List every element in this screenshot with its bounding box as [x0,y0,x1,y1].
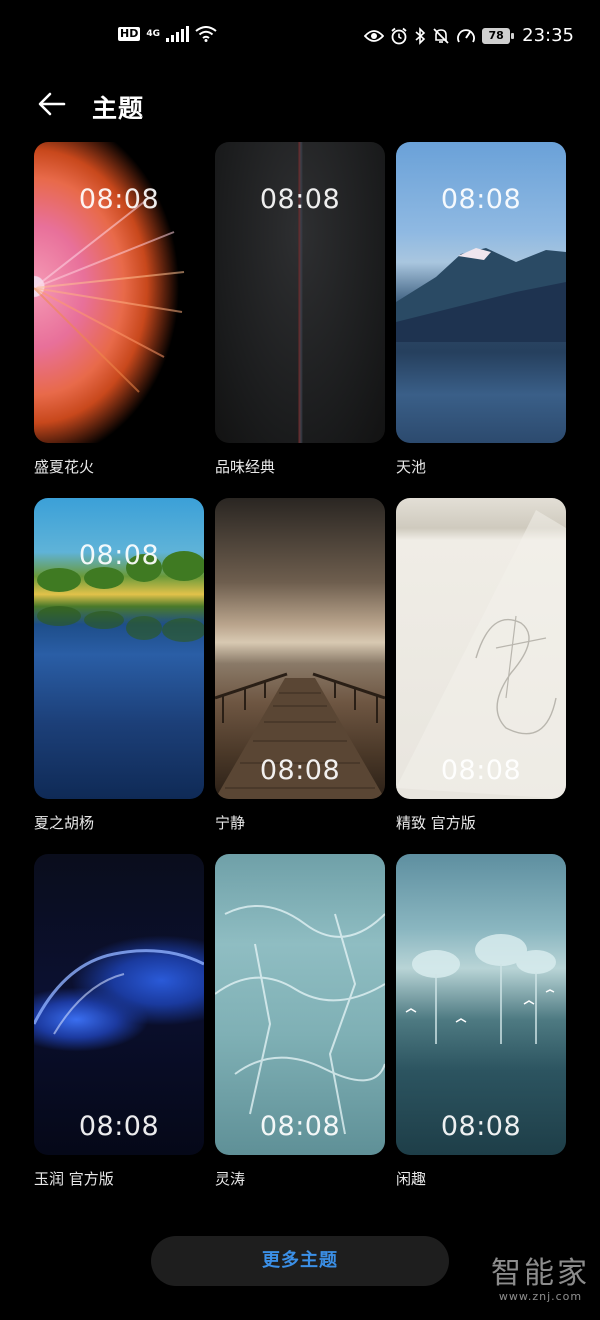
pier-art [215,672,385,799]
top-app-bar: 主题 [0,80,600,130]
hd-icon: HD [118,27,141,41]
theme-name: 灵涛 [215,1170,246,1188]
watermark-sub: www.znj.com [498,1290,583,1303]
back-arrow-icon[interactable] [36,88,68,120]
theme-preview[interactable]: 08:08 [215,854,385,1155]
silk-art [34,949,204,1035]
theme-card[interactable]: 08:08 夏之胡杨 [34,498,204,832]
theme-card[interactable]: 08:08 精致 官方版 [396,498,566,832]
theme-card[interactable]: 08:08 宁静 [215,498,385,832]
preview-clock: 08:08 [259,755,341,786]
theme-preview[interactable]: 08:08 [34,498,204,799]
theme-preview[interactable]: 08:08 [34,142,204,443]
theme-card[interactable]: 08:08 天池 [396,142,566,476]
status-left: HD 4G [118,26,217,42]
preview-clock: 08:08 [440,184,522,215]
theme-preview[interactable]: 08:08 [34,854,204,1155]
status-time: 23:35 [522,25,574,46]
theme-preview[interactable]: 08:08 [396,142,566,443]
theme-name: 品味经典 [215,458,276,476]
water-art [215,905,385,1135]
paper-art [396,510,566,799]
preview-clock: 08:08 [78,540,160,571]
theme-name: 夏之胡杨 [34,814,95,832]
theme-card[interactable]: 08:08 盛夏花火 [34,142,204,476]
preview-clock: 08:08 [78,184,160,215]
trees-birds-art [405,934,556,1044]
network-type: 4G [146,29,160,39]
theme-name: 天池 [396,458,427,476]
more-themes-button[interactable]: 更多主题 [151,1236,449,1286]
page-title: 主题 [92,94,145,123]
bluetooth-icon [415,26,426,45]
watermark: 智能家 www.znj.com [491,1256,590,1304]
status-right: 78 23:35 [364,25,574,46]
speed-icon [457,28,476,42]
battery-icon: 78 [482,27,515,44]
preview-clock: 08:08 [440,755,522,786]
preview-clock: 08:08 [78,1111,160,1142]
theme-preview[interactable]: 08:08 [215,142,385,443]
theme-preview[interactable]: 08:08 [396,498,566,799]
signal-icon [166,26,189,42]
preview-clock: 08:08 [440,1111,522,1142]
preview-clock: 08:08 [259,1111,341,1142]
watermark-main: 智能家 [491,1256,590,1291]
theme-name: 盛夏花火 [34,458,95,476]
theme-name: 闲趣 [396,1170,427,1188]
alarm-icon [391,27,407,44]
theme-preview[interactable]: 08:08 [396,854,566,1155]
theme-card[interactable]: 08:08 品味经典 [215,142,385,476]
status-bar: HD 4G 78 23:35 [0,0,600,70]
theme-card[interactable]: 08:08 玉润 官方版 [34,854,204,1188]
theme-preview[interactable]: 08:08 [215,498,385,799]
theme-card[interactable]: 08:08 灵涛 [215,854,385,1188]
wifi-icon [195,26,217,42]
mute-icon [433,27,449,44]
theme-card[interactable]: 08:08 闲趣 [396,854,566,1188]
theme-name: 玉润 官方版 [34,1170,114,1188]
preview-clock: 08:08 [259,184,341,215]
theme-name: 精致 官方版 [396,814,476,832]
theme-name: 宁静 [215,814,246,832]
eye-icon [364,29,385,42]
